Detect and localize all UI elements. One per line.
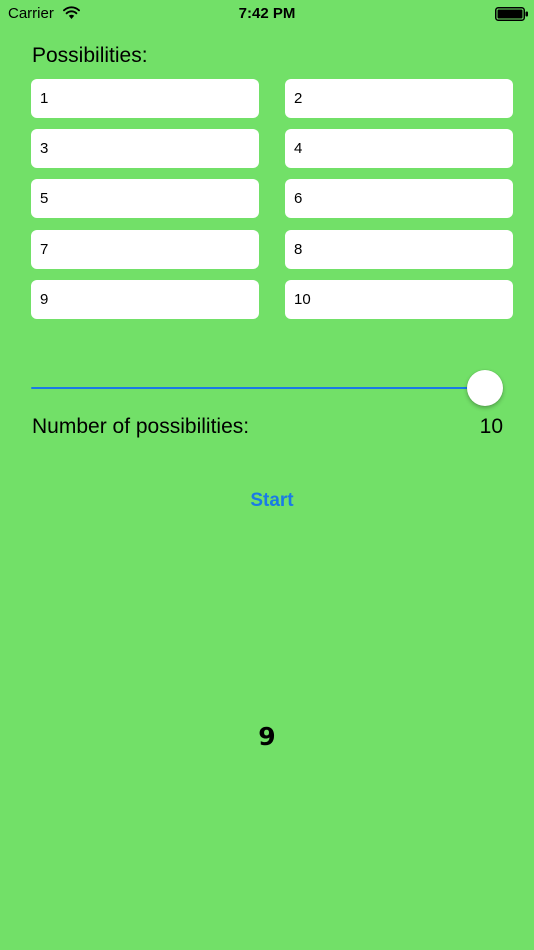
possibility-field-8[interactable]: 8 [285, 230, 513, 269]
battery-icon [495, 7, 528, 21]
clock-label: 7:42 PM [238, 5, 296, 22]
result-value: 9 [258, 722, 276, 751]
count-label: Number of possibilities: [32, 415, 250, 438]
possibility-field-5[interactable]: 5 [31, 179, 259, 218]
possibility-field-9[interactable]: 9 [31, 280, 259, 319]
possibility-field-4[interactable]: 4 [285, 129, 513, 168]
app-screen: Carrier 7:42 PM Possibilities: 1 2 3 4 5… [0, 0, 534, 950]
possibility-field-10[interactable]: 10 [285, 280, 513, 319]
possibility-field-1[interactable]: 1 [31, 79, 259, 118]
status-bar: Carrier 7:42 PM [0, 0, 534, 28]
possibility-field-2[interactable]: 2 [285, 79, 513, 118]
possibility-field-6[interactable]: 6 [285, 179, 513, 218]
possibilities-label: Possibilities: [32, 44, 148, 67]
slider-thumb[interactable] [467, 370, 503, 406]
possibilities-slider[interactable] [31, 366, 504, 410]
possibility-field-7[interactable]: 7 [31, 230, 259, 269]
count-value: 10 [479, 415, 503, 438]
possibility-field-3[interactable]: 3 [31, 129, 259, 168]
start-button[interactable]: Start [222, 486, 322, 516]
slider-track[interactable] [31, 387, 485, 389]
